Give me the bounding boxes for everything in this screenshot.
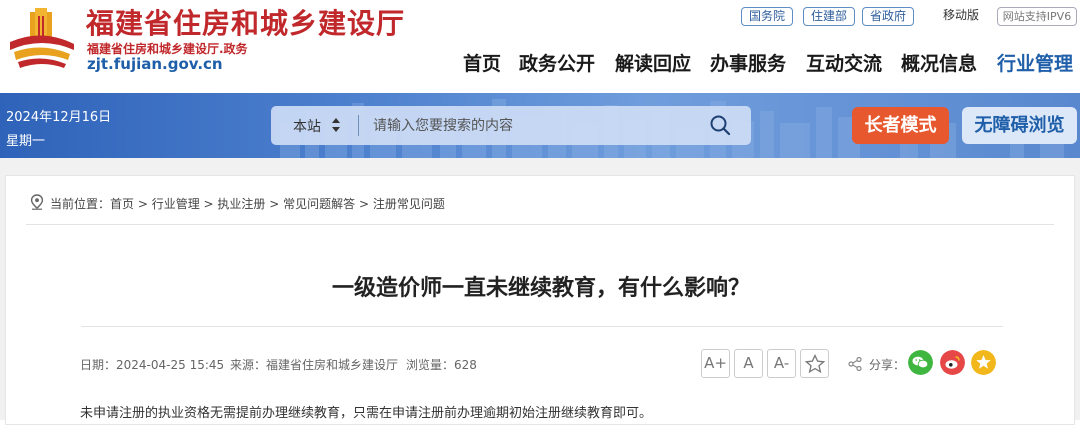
search-icon[interactable]	[709, 114, 731, 136]
star-icon	[804, 353, 825, 374]
current-date: 2024年12月16日	[6, 110, 112, 125]
content-area: 当前位置：首页 > 行业管理 > 执业注册 > 常见问题解答 > 注册常见问题 …	[0, 158, 1080, 425]
article-date: 日期：2024-04-25 15:45	[80, 358, 225, 372]
link-shengzhengfu[interactable]: 省政府	[862, 7, 914, 26]
search-bar: 本站	[271, 106, 751, 145]
search-band: 2024年12月16日 星期一 本站 长者模式 无障碍浏览	[0, 93, 1080, 158]
nav-services[interactable]: 办事服务	[710, 49, 786, 76]
breadcrumb-item-faq[interactable]: 常见问题解答	[283, 197, 355, 211]
scope-updown-icon[interactable]	[331, 117, 341, 133]
font-reset-button[interactable]: A	[734, 349, 763, 378]
search-input[interactable]	[373, 114, 693, 137]
wechat-icon[interactable]	[908, 350, 933, 375]
search-divider	[358, 115, 359, 136]
site-title[interactable]: 福建省住房和城乡建设厅	[86, 2, 405, 42]
article-views: 浏览量：628	[406, 358, 477, 372]
nav-industry-management[interactable]: 行业管理	[997, 49, 1073, 76]
share-icon	[848, 357, 862, 371]
article-body: 未申请注册的执业资格无需提前办理继续教育，只需在申请注册前办理逾期初始注册继续教…	[80, 406, 653, 421]
breadcrumb-item-registration-faq[interactable]: 注册常见问题	[373, 197, 445, 211]
elder-mode-button[interactable]: 长者模式	[852, 107, 949, 144]
site-header: 福建省住房和城乡建设厅 福建省住房和城乡建设厅.政务 zjt.fujian.go…	[0, 0, 1080, 92]
font-decrease-button[interactable]: A-	[767, 349, 796, 378]
title-divider	[81, 326, 1003, 327]
mobile-version-link[interactable]: 移动版	[938, 7, 984, 26]
breadcrumb-item-industry[interactable]: 行业管理	[152, 197, 200, 211]
weibo-icon[interactable]	[940, 350, 965, 375]
qzone-icon[interactable]	[971, 350, 996, 375]
breadcrumb-separator: >	[355, 197, 373, 211]
breadcrumb-item-home[interactable]: 首页	[110, 197, 134, 211]
breadcrumb-separator: >	[199, 197, 218, 211]
breadcrumb-divider	[26, 224, 1054, 225]
breadcrumb-separator: >	[265, 197, 284, 211]
nav-gov-affairs[interactable]: 政务公开	[519, 49, 595, 76]
search-scope-select[interactable]: 本站	[293, 116, 321, 136]
ipv6-badge: 网站支持IPV6	[997, 7, 1077, 26]
breadcrumb-item-registration[interactable]: 执业注册	[217, 197, 265, 211]
site-domain: zjt.fujian.gov.cn	[87, 55, 223, 73]
article-title: 一级造价师一直未继续教育，有什么影响？	[331, 276, 750, 301]
font-increase-button[interactable]: A+	[701, 349, 730, 378]
nav-home[interactable]: 首页	[463, 49, 501, 76]
site-logo-icon[interactable]	[8, 6, 76, 72]
link-zhujianbu[interactable]: 住建部	[803, 7, 855, 26]
accessible-browse-button[interactable]: 无障碍浏览	[962, 107, 1077, 144]
article-source: 来源：福建省住房和城乡建设厅	[230, 358, 399, 372]
breadcrumb-separator: >	[134, 197, 152, 211]
article-card: 当前位置：首页 > 行业管理 > 执业注册 > 常见问题解答 > 注册常见问题 …	[5, 175, 1075, 425]
link-guowuyuan[interactable]: 国务院	[741, 7, 793, 26]
current-weekday: 星期一	[6, 134, 46, 149]
nav-interpretation[interactable]: 解读回应	[615, 49, 691, 76]
share-label: 分享：	[869, 358, 906, 372]
breadcrumb-prefix: 当前位置：	[50, 197, 111, 211]
nav-overview[interactable]: 概况信息	[901, 49, 977, 76]
nav-interaction[interactable]: 互动交流	[806, 49, 882, 76]
location-pin-icon	[30, 194, 44, 210]
favorite-button[interactable]	[800, 349, 829, 378]
